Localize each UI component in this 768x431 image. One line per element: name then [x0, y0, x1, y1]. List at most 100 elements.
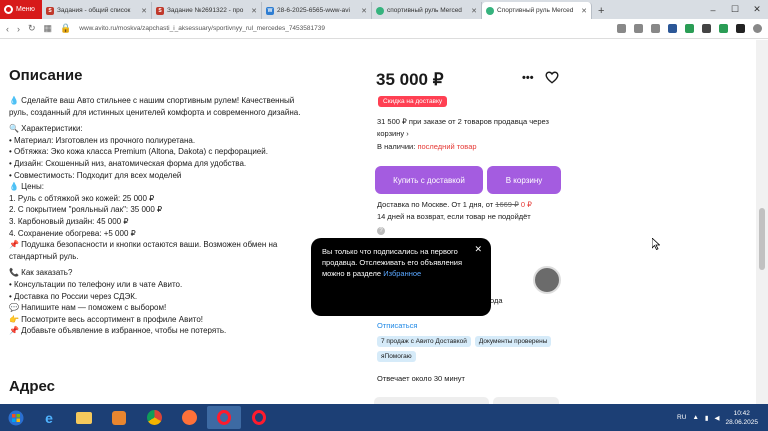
browser-menu-button[interactable]: Меню — [0, 0, 42, 19]
maximize-icon[interactable]: ☐ — [724, 0, 746, 19]
delivery-new-price: 0 ₽ — [520, 200, 532, 209]
browser-tab-bar: Меню S Задания - общий список ✕ S Задани… — [0, 0, 768, 19]
description-heading: Описание — [9, 67, 83, 84]
unsubscribe-link[interactable]: Отписаться — [377, 321, 417, 330]
firefox-taskbar-icon[interactable] — [172, 406, 206, 429]
add-to-cart-button[interactable]: В корзину — [487, 166, 561, 194]
description-line: • Материал: Изготовлен из прочного полиу… — [9, 135, 196, 145]
contact-button[interactable] — [374, 397, 489, 404]
description-line: 4. Сохранение обогрева: +5 000 ₽ — [9, 228, 136, 238]
description-text: 💧 Сделайте ваш Авто стильнее с нашим спо… — [9, 95, 309, 337]
ie-taskbar-icon[interactable]: e — [32, 406, 66, 429]
favorites-link[interactable]: Избранное — [383, 269, 421, 278]
browser-tab-active[interactable]: Спортивный руль Merced ✕ — [482, 2, 592, 19]
doc-favicon-icon: W — [266, 6, 274, 15]
close-tab-icon[interactable]: ✕ — [581, 7, 587, 15]
back-icon[interactable]: ‹ — [6, 24, 9, 34]
seller-badge[interactable]: 7 продаж с Авито Доставкой — [377, 336, 471, 347]
close-tab-icon[interactable]: ✕ — [141, 7, 147, 15]
subscription-popup: ✕ Вы только что подписались на первого п… — [311, 238, 491, 316]
info-icon[interactable]: ? — [377, 227, 385, 235]
browser-tab[interactable]: S Задание №2691322 - про ✕ — [152, 2, 262, 19]
seller-badge[interactable]: яПомогаю — [377, 351, 416, 362]
description-line: • Дизайн: Скошенный низ, анатомическая ф… — [9, 158, 247, 168]
favorite-heart-icon[interactable] — [545, 71, 559, 86]
seller-avatar[interactable] — [533, 266, 561, 294]
forward-icon[interactable]: › — [17, 24, 20, 34]
taskbar: e RU ▲ ▮ ◀ 10:42 28.06.2025 — [0, 404, 768, 431]
description-line: • Консультации по телефону или в чате Ав… — [9, 279, 183, 289]
explorer-taskbar-icon[interactable] — [67, 406, 101, 429]
description-line: 📌 Добавьте объявление в избранное, чтобы… — [9, 326, 227, 336]
delivery-info: Доставка по Москве. От 1 дня, от 1669 ₽ … — [377, 200, 532, 209]
mouse-cursor-icon — [651, 237, 661, 252]
extensions-bar — [617, 24, 762, 33]
clock-time: 10:42 — [733, 409, 750, 417]
translate-extension-icon[interactable] — [685, 24, 694, 33]
stock-label: В наличии: — [377, 142, 416, 151]
leaf-extension-icon[interactable] — [719, 24, 728, 33]
minimize-icon[interactable]: – — [702, 0, 724, 19]
description-line: 3. Карбоновый дизайн: 45 000 ₽ — [9, 216, 129, 226]
delivery-prefix: Доставка по Москве. От 1 дня, от — [377, 200, 494, 209]
media-player-taskbar-icon[interactable] — [102, 406, 136, 429]
opera-taskbar-icon[interactable] — [207, 406, 241, 429]
system-tray: RU ▲ ▮ ◀ 10:42 28.06.2025 — [677, 404, 758, 431]
avito-favicon-icon — [376, 6, 384, 15]
save-icon[interactable] — [634, 24, 643, 33]
volume-icon[interactable]: ◀ — [714, 414, 719, 422]
page-scrollbar[interactable] — [756, 40, 768, 404]
close-tab-icon[interactable]: ✕ — [361, 7, 367, 15]
opera-taskbar-icon-2[interactable] — [242, 406, 276, 429]
description-line: 2. С покрытием "рояльный лак": 35 000 ₽ — [9, 205, 163, 215]
browser-menu-label: Меню — [16, 6, 35, 13]
tabs-grid-icon[interactable]: ▦ — [44, 23, 53, 34]
w-extension-icon[interactable] — [702, 24, 711, 33]
discount-badge: Скидка на доставку — [378, 96, 448, 107]
url-field[interactable]: www.avito.ru/moskva/zapchasti_i_aksessua… — [79, 25, 609, 32]
buy-with-delivery-button[interactable]: Купить с доставкой — [375, 166, 483, 194]
multi-item-discount-link[interactable]: 31 500 ₽ при заказе от 2 товаров продавц… — [377, 116, 557, 139]
close-popup-icon[interactable]: ✕ — [474, 244, 482, 255]
description-line: 🔍 Характеристики: — [9, 124, 83, 134]
wallet-extension-icon[interactable] — [736, 24, 745, 33]
window-controls: – ☐ ✕ — [702, 0, 768, 19]
tab-title: Задания - общий список — [57, 7, 131, 14]
scrollbar-thumb[interactable] — [759, 208, 765, 270]
tray-arrow-icon[interactable]: ▲ — [692, 414, 698, 421]
close-tab-icon[interactable]: ✕ — [251, 7, 257, 15]
clock[interactable]: 10:42 28.06.2025 — [725, 409, 758, 427]
browser-tab[interactable]: W 28-6-2025-6565-www-avi ✕ — [262, 2, 372, 19]
more-options-icon[interactable]: ••• — [522, 72, 534, 84]
page-content: Описание 💧 Сделайте ваш Авто стильнее с … — [0, 40, 756, 404]
language-indicator[interactable]: RU — [677, 414, 686, 421]
profile-icon[interactable] — [753, 24, 762, 33]
chrome-taskbar-icon[interactable] — [137, 406, 171, 429]
browser-tab[interactable]: спортивный руль Merced ✕ — [372, 2, 482, 19]
seller-badge[interactable]: Документы проверены — [474, 336, 552, 347]
description-line: 📌 Подушка безопасности и кнопки остаются… — [9, 240, 278, 261]
close-window-icon[interactable]: ✕ — [746, 0, 768, 19]
browser-tab[interactable]: S Задания - общий список ✕ — [42, 2, 152, 19]
stock-status: В наличии: последний товар — [377, 142, 477, 151]
stock-value: последний товар — [417, 142, 477, 151]
sp-favicon-icon: S — [156, 6, 164, 15]
clock-date: 28.06.2025 — [725, 418, 758, 426]
camera-icon[interactable] — [617, 24, 626, 33]
new-tab-button[interactable]: + — [592, 2, 610, 19]
avito-favicon-icon — [486, 6, 494, 15]
network-icon[interactable]: ▮ — [705, 414, 709, 422]
description-line: 👉 Посмотрите весь ассортимент в профиле … — [9, 314, 204, 324]
address-bar: ‹ › ↻ ▦ 🔒 www.avito.ru/moskva/zapchasti_… — [0, 19, 768, 39]
close-tab-icon[interactable]: ✕ — [471, 7, 477, 15]
windows-logo-icon — [8, 410, 24, 425]
description-line: • Совместимость: Подходит для всех модел… — [9, 170, 182, 180]
description-line: 1. Руль с обтяжкой эко кожей: 25 000 ₽ — [9, 193, 155, 203]
reload-icon[interactable]: ↻ — [28, 23, 36, 34]
description-line: • Обтяжка: Эко кожа класса Premium (Alto… — [9, 147, 268, 157]
start-button[interactable] — [0, 404, 32, 431]
word-extension-icon[interactable] — [668, 24, 677, 33]
price: 35 000 ₽ — [376, 70, 444, 89]
bookmark-icon[interactable] — [651, 24, 660, 33]
secondary-contact-button[interactable] — [493, 397, 559, 404]
